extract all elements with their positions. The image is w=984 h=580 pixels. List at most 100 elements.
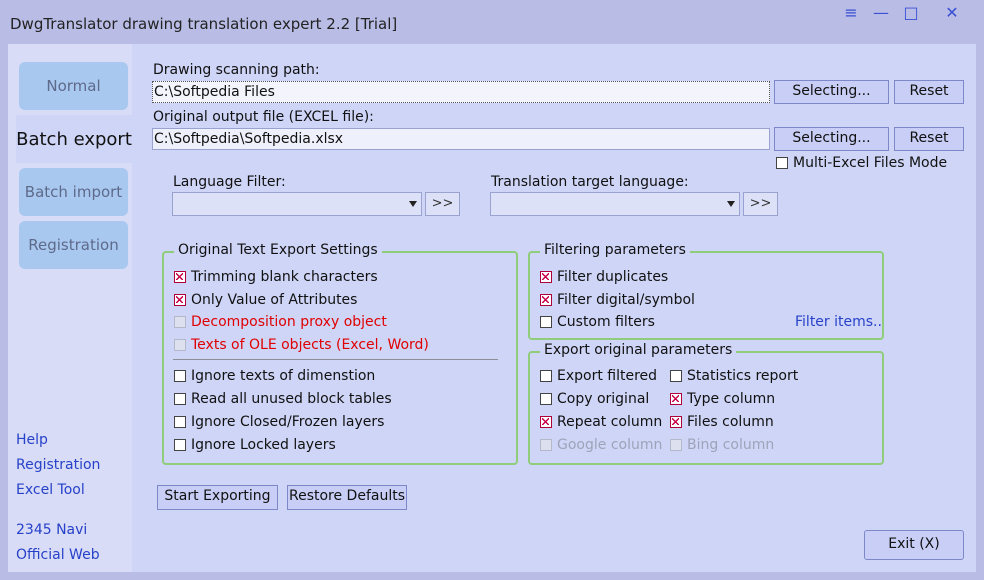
decomposition-checkbox[interactable]: Decomposition proxy object: [174, 314, 387, 330]
filter-duplicates-label: Filter duplicates: [557, 269, 669, 285]
navi-link[interactable]: 2345 Navi: [16, 522, 87, 538]
checkbox-box: [174, 416, 186, 428]
ignore-locked-label: Ignore Locked layers: [191, 437, 336, 453]
multi-excel-label: Multi-Excel Files Mode: [793, 155, 948, 171]
checkbox-box: [670, 393, 682, 405]
target-language-label: Translation target language:: [491, 174, 689, 190]
checkbox-box: [540, 316, 552, 328]
menu-icon[interactable]: ≡: [839, 4, 863, 22]
output-file-label: Original output file (EXCEL file):: [153, 109, 374, 125]
checkbox-box: [670, 370, 682, 382]
files-column-checkbox[interactable]: Files column: [670, 414, 774, 430]
title-bar: DwgTranslator drawing translation expert…: [0, 0, 984, 44]
scan-reset-button[interactable]: Reset: [894, 80, 964, 104]
chevron-down-icon: [727, 201, 735, 207]
output-file-input[interactable]: C:\Softpedia\Softpedia.xlsx: [152, 128, 770, 150]
checkbox-box: [540, 393, 552, 405]
custom-filters-checkbox[interactable]: Custom filters: [540, 314, 655, 330]
language-filter-select[interactable]: [172, 192, 422, 216]
bing-column-label: Bing column: [687, 437, 775, 453]
restore-defaults-button[interactable]: Restore Defaults: [287, 485, 407, 510]
nav-batch-export[interactable]: Batch export: [16, 115, 132, 163]
trim-blank-checkbox[interactable]: Trimming blank characters: [174, 269, 378, 285]
nav-normal[interactable]: Normal: [19, 62, 128, 110]
checkbox-box: [670, 416, 682, 428]
checkbox-box: [540, 370, 552, 382]
checkbox-box: [540, 294, 552, 306]
checkbox-box: [776, 157, 788, 169]
registration-link[interactable]: Registration: [16, 457, 100, 473]
ignore-dimension-label: Ignore texts of dimenstion: [191, 368, 376, 384]
filtering-title: Filtering parameters: [540, 242, 690, 258]
output-reset-button[interactable]: Reset: [894, 127, 964, 151]
app-window: DwgTranslator drawing translation expert…: [0, 0, 984, 580]
export-params-title: Export original parameters: [540, 342, 737, 358]
filter-digital-checkbox[interactable]: Filter digital/symbol: [540, 292, 695, 308]
type-column-label: Type column: [687, 391, 776, 407]
filter-duplicates-checkbox[interactable]: Filter duplicates: [540, 269, 668, 285]
language-filter-more-button[interactable]: >>: [425, 192, 460, 216]
export-filtered-label: Export filtered: [557, 368, 658, 384]
checkbox-box: [540, 416, 552, 428]
nav-registration[interactable]: Registration: [19, 221, 128, 269]
repeat-column-label: Repeat column: [557, 414, 663, 430]
ole-texts-label: Texts of OLE objects (Excel, Word): [191, 337, 429, 353]
statistics-report-label: Statistics report: [687, 368, 799, 384]
exit-button[interactable]: Exit (X): [864, 530, 964, 560]
google-column-label: Google column: [557, 437, 663, 453]
copy-original-checkbox[interactable]: Copy original: [540, 391, 649, 407]
divider: [173, 359, 498, 360]
checkbox-box: [174, 439, 186, 451]
statistics-report-checkbox[interactable]: Statistics report: [670, 368, 798, 384]
multi-excel-checkbox[interactable]: Multi-Excel Files Mode: [776, 155, 947, 171]
text-export-settings-title: Original Text Export Settings: [174, 242, 382, 258]
official-web-link[interactable]: Official Web: [16, 547, 100, 563]
start-exporting-button[interactable]: Start Exporting: [157, 485, 278, 510]
trim-blank-label: Trimming blank characters: [191, 269, 378, 285]
scan-select-button[interactable]: Selecting...: [774, 80, 889, 104]
only-value-checkbox[interactable]: Only Value of Attributes: [174, 292, 357, 308]
custom-filters-label: Custom filters: [557, 314, 655, 330]
checkbox-box: [174, 294, 186, 306]
checkbox-box: [540, 439, 552, 451]
scan-path-label: Drawing scanning path:: [153, 62, 320, 78]
ole-texts-checkbox[interactable]: Texts of OLE objects (Excel, Word): [174, 337, 429, 353]
excel-tool-link[interactable]: Excel Tool: [16, 482, 85, 498]
window-title: DwgTranslator drawing translation expert…: [10, 15, 398, 33]
help-link[interactable]: Help: [16, 432, 48, 448]
language-filter-label: Language Filter:: [173, 174, 286, 190]
checkbox-box: [174, 370, 186, 382]
decomposition-label: Decomposition proxy object: [191, 314, 387, 330]
ignore-closed-checkbox[interactable]: Ignore Closed/Frozen layers: [174, 414, 384, 430]
checkbox-box: [174, 316, 186, 328]
close-icon[interactable]: ✕: [940, 4, 964, 22]
bing-column-checkbox[interactable]: Bing column: [670, 437, 774, 453]
checkbox-box: [174, 271, 186, 283]
filter-digital-label: Filter digital/symbol: [557, 292, 695, 308]
read-unused-checkbox[interactable]: Read all unused block tables: [174, 391, 392, 407]
only-value-label: Only Value of Attributes: [191, 292, 358, 308]
copy-original-label: Copy original: [557, 391, 650, 407]
export-filtered-checkbox[interactable]: Export filtered: [540, 368, 657, 384]
filter-items-link[interactable]: Filter items..: [795, 314, 882, 330]
checkbox-box: [174, 339, 186, 351]
target-language-select[interactable]: [490, 192, 740, 216]
nav-batch-import[interactable]: Batch import: [19, 168, 128, 216]
files-column-label: Files column: [687, 414, 774, 430]
type-column-checkbox[interactable]: Type column: [670, 391, 775, 407]
read-unused-label: Read all unused block tables: [191, 391, 392, 407]
checkbox-box: [540, 271, 552, 283]
checkbox-box: [174, 393, 186, 405]
maximize-icon[interactable]: □: [899, 4, 923, 22]
target-language-more-button[interactable]: >>: [743, 192, 778, 216]
chevron-down-icon: [409, 201, 417, 207]
repeat-column-checkbox[interactable]: Repeat column: [540, 414, 662, 430]
output-select-button[interactable]: Selecting...: [774, 127, 889, 151]
minimize-icon[interactable]: —: [869, 4, 893, 22]
ignore-closed-label: Ignore Closed/Frozen layers: [191, 414, 385, 430]
checkbox-box: [670, 439, 682, 451]
ignore-locked-checkbox[interactable]: Ignore Locked layers: [174, 437, 336, 453]
ignore-dimension-checkbox[interactable]: Ignore texts of dimenstion: [174, 368, 375, 384]
scan-path-input[interactable]: C:\Softpedia Files: [152, 81, 770, 103]
google-column-checkbox[interactable]: Google column: [540, 437, 662, 453]
